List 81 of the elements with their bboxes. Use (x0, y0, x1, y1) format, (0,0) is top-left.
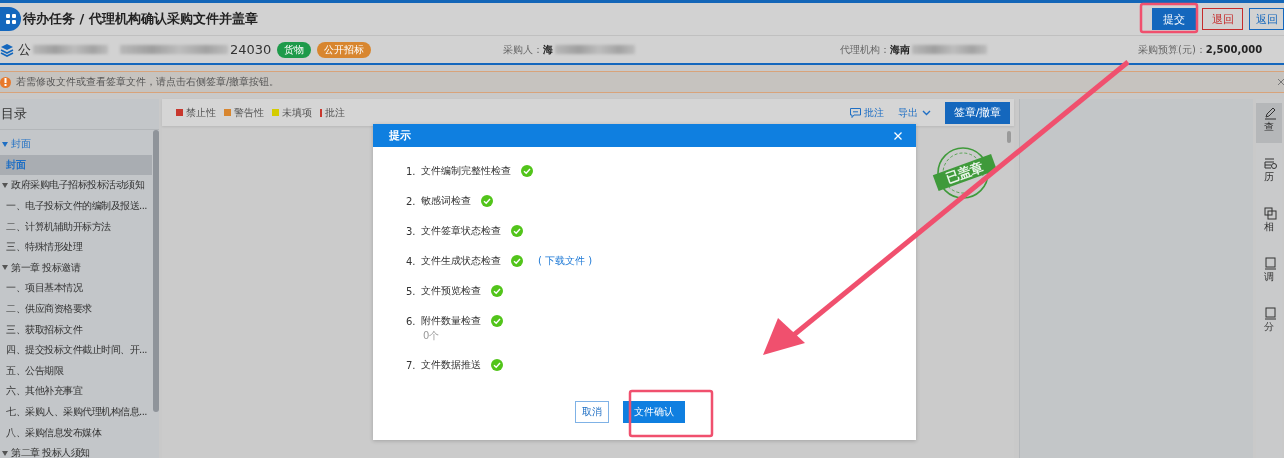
chevron-down-icon (922, 109, 931, 116)
side-tab[interactable]: 查 (1256, 103, 1282, 143)
legend-label: 批注 (325, 105, 345, 120)
check-label: 文件编制完整性检查 (421, 164, 511, 178)
history-icon (1264, 157, 1277, 170)
scrollbar[interactable] (153, 130, 159, 412)
expanded-caret-icon (2, 183, 8, 188)
purchaser-label: 采购人： (503, 42, 543, 57)
submit-button[interactable]: 提交 (1152, 8, 1196, 30)
check-label: 附件数量检查 (421, 314, 481, 328)
project-name: 公 (18, 40, 31, 59)
step-number: 3. (406, 225, 417, 237)
check-label: 文件预览检查 (421, 284, 481, 298)
check-label: 敏感词检查 (421, 194, 471, 208)
step-number: 2. (406, 195, 417, 207)
toc-item[interactable]: 二、供应商资格要求 (0, 298, 152, 320)
toc-title: 目录 (0, 99, 159, 130)
step-number: 4. (406, 255, 417, 267)
toc-item[interactable]: 四、提交投标文件截止时间、开... (0, 339, 152, 361)
reject-button[interactable]: 退回 (1202, 8, 1243, 30)
legend-label: 警告性 (234, 105, 264, 120)
category-tag: 货物 (277, 41, 312, 58)
comment-icon (850, 107, 861, 118)
expanded-caret-icon (2, 141, 8, 147)
step-number: 5. (406, 285, 417, 297)
highlight-frame (1139, 2, 1199, 34)
back-button[interactable]: 返回 (1249, 8, 1284, 30)
export-dropdown[interactable]: 导出 (898, 105, 918, 120)
category-tag: 公开招标 (317, 41, 372, 58)
legend-label: 未填项 (282, 105, 312, 120)
toc-item[interactable]: 政府采购电子招标投标活动须知 (0, 175, 152, 196)
side-tab[interactable]: 调 (1256, 253, 1282, 293)
project-number: 24030 (230, 42, 272, 57)
toc-item[interactable]: 八、采购信息发布媒体 (0, 422, 152, 443)
page-title: 待办任务 / 代理机构确认采购文件并盖章 (23, 10, 259, 28)
notice-text: 若需修改文件或查看签章文件，请点击右侧签章/撤章按钮。 (16, 75, 280, 89)
toc-item[interactable]: 六、其他补充事宜 (0, 381, 152, 402)
sign-button[interactable]: 签章/撤章 (945, 101, 1010, 124)
expanded-caret-icon (2, 265, 8, 271)
agency-label: 代理机构： (840, 42, 890, 57)
copy-icon (1264, 207, 1277, 220)
toc-item[interactable]: 五、公告期限 (0, 360, 152, 382)
legend-label: 禁止性 (186, 105, 216, 120)
toc-item[interactable]: 七、采购人、采购代理机构信息... (0, 401, 152, 423)
side-tab[interactable]: 历 (1256, 153, 1282, 193)
check-label: 文件签章状态检查 (421, 224, 501, 238)
stamp-drawing: 已盖章 (932, 145, 998, 201)
agency-value: 海南 (890, 42, 910, 57)
toc-item[interactable]: 三、获取招标文件 (0, 319, 152, 340)
expanded-caret-icon (2, 450, 8, 456)
budget-value: 2,500,000 (1205, 44, 1263, 55)
layers-icon (0, 42, 14, 57)
scrollbar[interactable] (1007, 131, 1011, 143)
toc-item[interactable]: 三、特殊情形处理 (0, 236, 152, 258)
edit-icon (1264, 107, 1277, 120)
purchaser-value: 海 (543, 42, 553, 57)
close-icon (894, 131, 902, 140)
app-logo-icon[interactable] (0, 7, 21, 31)
download-link[interactable]: ( 下载文件 ) (538, 254, 593, 268)
toc-item[interactable]: 第一章 投标邀请 (0, 257, 152, 279)
check-label: 文件生成状态检查 (421, 254, 501, 268)
book-icon (1264, 257, 1277, 270)
confirm-button[interactable]: 文件确认 (622, 401, 685, 423)
dialog-title: 提示 (389, 128, 411, 143)
warning-icon (0, 76, 11, 88)
close-icon (1278, 78, 1284, 86)
side-tab[interactable]: 分 (1256, 303, 1282, 343)
book-icon (1264, 307, 1277, 320)
count-note: 0个 (423, 329, 441, 343)
cancel-button[interactable]: 取消 (574, 401, 609, 423)
check-label: 文件数据推送 (421, 358, 481, 372)
toc-item[interactable]: 二、计算机辅助开标方法 (0, 216, 152, 237)
step-number: 7. (406, 359, 417, 371)
side-tab[interactable]: 相 (1256, 203, 1282, 243)
step-number: 1. (406, 165, 417, 177)
toc-item[interactable]: 一、电子投标文件的编制及报送... (0, 195, 152, 217)
comment-link[interactable]: 批注 (864, 105, 884, 120)
toc-item[interactable]: 第二章 投标人须知 (0, 442, 152, 458)
budget-label: 采购预算(元)： (1138, 42, 1206, 57)
toc-item[interactable]: 一、项目基本情况 (0, 278, 152, 299)
step-number: 6. (406, 315, 417, 327)
